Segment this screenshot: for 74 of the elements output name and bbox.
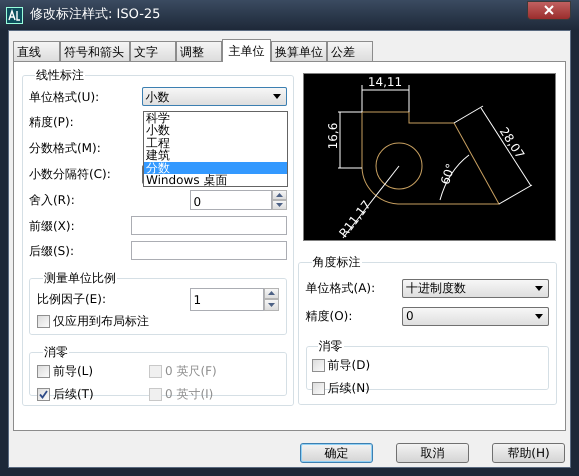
dropdown-value: 0 xyxy=(406,308,414,325)
dropdown-field[interactable]: 0 xyxy=(402,306,549,326)
group-title: 线性标注 xyxy=(35,67,85,84)
field-label: 分数格式(M): xyxy=(29,140,101,157)
dropdown-option[interactable]: 科学 xyxy=(144,112,287,124)
number-field[interactable]: 1 xyxy=(190,288,264,310)
caret-icon xyxy=(535,286,543,290)
dimension-text: 16,6 xyxy=(326,122,340,150)
checkbox-label: 前导(L) xyxy=(53,363,94,380)
tab[interactable]: 直线 xyxy=(13,41,60,61)
field-label: 单位格式(A): xyxy=(306,280,376,297)
field-label: 舍入(R): xyxy=(29,192,75,209)
dropdown-option[interactable]: Windows 桌面 xyxy=(144,174,287,186)
checkbox[interactable] xyxy=(312,382,325,394)
checkbox-label: 0 英寸(I) xyxy=(165,386,214,403)
field-label: 小数分隔符(C): xyxy=(29,166,111,183)
dropdown-list[interactable]: 科学 小数 工程 建筑 分数 Windows 桌面 xyxy=(143,111,288,188)
dialog-button[interactable]: 取消 xyxy=(396,443,469,463)
up-arrow-icon xyxy=(268,291,275,296)
close-button[interactable] xyxy=(527,0,571,20)
group-title: 角度标注 xyxy=(312,254,362,271)
dropdown-option[interactable]: 工程 xyxy=(144,136,287,150)
checkbox-label: 仅应用到布局标注 xyxy=(53,313,149,330)
dimension-text: 14,11 xyxy=(367,75,402,89)
spin-up-button[interactable] xyxy=(272,190,287,200)
field-label: 后缀(S): xyxy=(29,242,74,260)
tab[interactable]: 文字 xyxy=(130,41,176,61)
group-title: 消零 xyxy=(43,344,69,361)
dropdown-option[interactable]: 小数 xyxy=(144,124,287,137)
spin-down-button[interactable] xyxy=(272,200,287,210)
checkbox[interactable] xyxy=(37,388,50,400)
field-label: 单位格式(U): xyxy=(29,88,100,106)
tab[interactable]: 公差 xyxy=(327,41,373,61)
field-label: 比例因子(E): xyxy=(37,291,106,308)
field-label: 精度(P): xyxy=(29,114,74,131)
spin-down-button[interactable] xyxy=(264,299,279,310)
tab[interactable]: 符号和箭头 xyxy=(60,41,130,61)
text-field[interactable] xyxy=(130,216,287,235)
checkbox-label: 0 英尺(F) xyxy=(165,363,217,380)
up-arrow-icon xyxy=(276,193,283,197)
field-label: 前缀(X): xyxy=(29,218,75,234)
field-value: 0 xyxy=(194,195,202,209)
checkbox[interactable] xyxy=(37,314,50,328)
group-title: 消零 xyxy=(318,338,344,355)
field-value: 1 xyxy=(194,292,202,306)
group-title: 测量单位比例 xyxy=(43,270,117,287)
dialog-button[interactable]: 确定 xyxy=(300,443,373,463)
number-field[interactable]: 0 xyxy=(190,190,272,210)
down-arrow-icon xyxy=(268,302,275,307)
spin-up-button[interactable] xyxy=(264,288,279,299)
dropdown-value: 十进制度数 xyxy=(406,280,466,297)
dropdown-option[interactable]: 建筑 xyxy=(144,149,287,162)
down-arrow-icon xyxy=(276,203,283,207)
dimension-text: 60° xyxy=(438,162,458,186)
check-icon xyxy=(39,390,48,398)
checkbox-label: 后续(T) xyxy=(53,386,94,403)
tab[interactable]: 主单位 xyxy=(222,39,271,62)
checkbox-label: 前导(D) xyxy=(328,357,370,374)
checkbox[interactable] xyxy=(312,358,325,372)
caret-icon xyxy=(535,314,543,318)
checkbox-label: 后续(N) xyxy=(328,380,370,397)
close-icon xyxy=(544,5,554,15)
text-field[interactable] xyxy=(130,241,287,260)
window-title: 修改标注样式: ISO-25 xyxy=(30,6,160,24)
tab[interactable]: 调整 xyxy=(176,41,222,61)
field-label: 精度(O): xyxy=(306,308,352,325)
checkbox[interactable] xyxy=(37,364,50,378)
app-icon xyxy=(6,6,23,24)
dialog-button[interactable]: 帮助(H) xyxy=(492,443,565,463)
caret-icon xyxy=(272,94,281,99)
dropdown-field[interactable]: 十进制度数 xyxy=(402,278,549,298)
dropdown-value: 小数 xyxy=(146,88,170,106)
tab[interactable]: 换算单位 xyxy=(271,41,327,61)
dropdown-field[interactable]: 小数 xyxy=(142,87,287,106)
